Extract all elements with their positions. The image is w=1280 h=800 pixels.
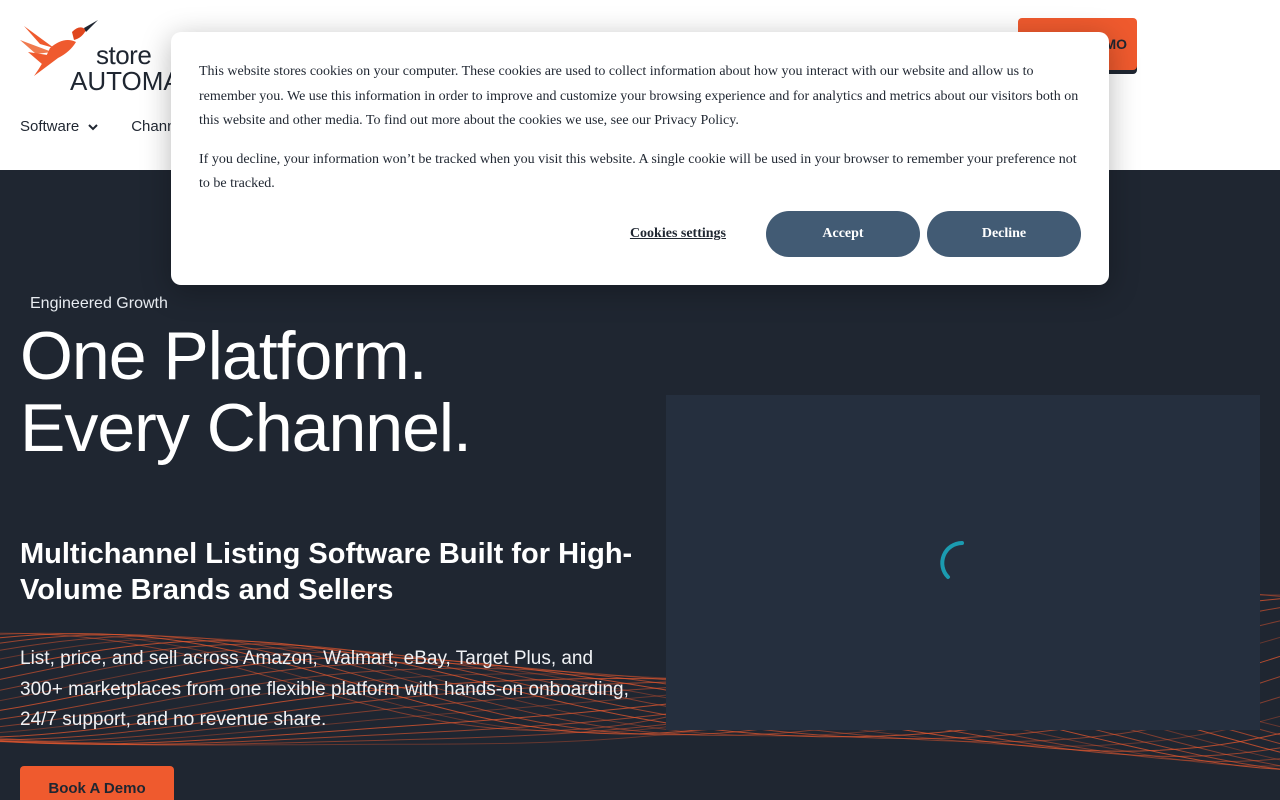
cookie-text-decline-info: If you decline, your information won’t b… [199, 151, 1077, 192]
nav-item-software[interactable]: Software [20, 118, 99, 135]
cookie-consent-dialog: This website stores cookies on your comp… [171, 32, 1109, 285]
accept-cookies-button[interactable]: Accept [766, 211, 920, 257]
store-automator-logo[interactable]: store AUTOMATOR [20, 18, 233, 96]
hero-eyebrow: Engineered Growth [30, 295, 168, 312]
headline-line-2: Every Channel. [20, 390, 472, 466]
chevron-down-icon [88, 123, 98, 130]
cookie-text-main: This website stores cookies on your comp… [199, 64, 1079, 128]
decline-cookies-button[interactable]: Decline [927, 211, 1081, 257]
cookie-actions: Cookies settings Accept Decline [630, 211, 1081, 257]
video-player[interactable] [666, 395, 1260, 730]
hero-headline: One Platform. Every Channel. [20, 318, 472, 466]
nav-item-label: Software [20, 118, 80, 135]
loading-spinner-icon [940, 541, 964, 579]
book-demo-hero-button[interactable]: Book A Demo [20, 766, 174, 800]
cookies-settings-button[interactable]: Cookies settings [630, 226, 726, 242]
headline-line-1: One Platform. [20, 318, 427, 394]
hero-description: List, price, and sell across Amazon, Wal… [20, 648, 629, 730]
hero-subheadline: Multichannel Listing Software Built for … [20, 538, 633, 606]
